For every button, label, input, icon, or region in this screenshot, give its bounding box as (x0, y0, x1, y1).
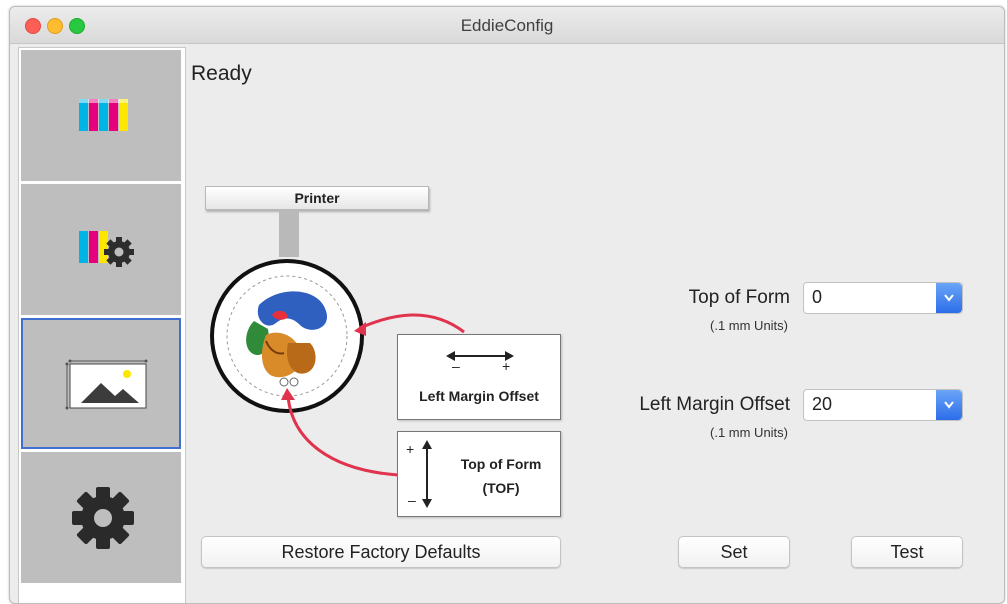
tof-minus-label: – (408, 492, 416, 508)
arrow-minus-label: – (452, 358, 460, 374)
top-of-form-dropdown-button[interactable] (936, 283, 962, 313)
chevron-down-icon (944, 294, 954, 302)
top-of-form-label: Top of Form (688, 287, 790, 308)
top-of-form-combo[interactable]: 0 (803, 282, 963, 314)
left-margin-offset-value[interactable]: 20 (812, 394, 832, 415)
arrow-plus-label: + (502, 358, 511, 374)
top-of-form-units: (.1 mm Units) (710, 318, 788, 333)
top-of-form-box: + – Top of Form (TOF) (397, 431, 561, 517)
top-of-form-value[interactable]: 0 (812, 287, 822, 308)
tof-plus-label: + (406, 441, 415, 457)
tof-label-line2: (TOF) (482, 480, 520, 496)
chevron-down-icon (944, 401, 954, 409)
test-button[interactable]: Test (851, 536, 963, 568)
set-button[interactable]: Set (678, 536, 790, 568)
left-margin-offset-combo[interactable]: 20 (803, 389, 963, 421)
left-margin-offset-dropdown-button[interactable] (936, 390, 962, 420)
vertical-double-arrow-icon (422, 440, 432, 508)
left-margin-offset-box: – + Left Margin Offset (397, 334, 561, 420)
left-margin-offset-diagram-label: Left Margin Offset (419, 388, 539, 404)
left-margin-offset-label: Left Margin Offset (639, 394, 790, 415)
tof-label-line1: Top of Form (460, 456, 542, 472)
left-margin-offset-units: (.1 mm Units) (710, 425, 788, 440)
restore-factory-defaults-button[interactable]: Restore Factory Defaults (201, 536, 561, 568)
horizontal-double-arrow-icon (446, 351, 514, 361)
